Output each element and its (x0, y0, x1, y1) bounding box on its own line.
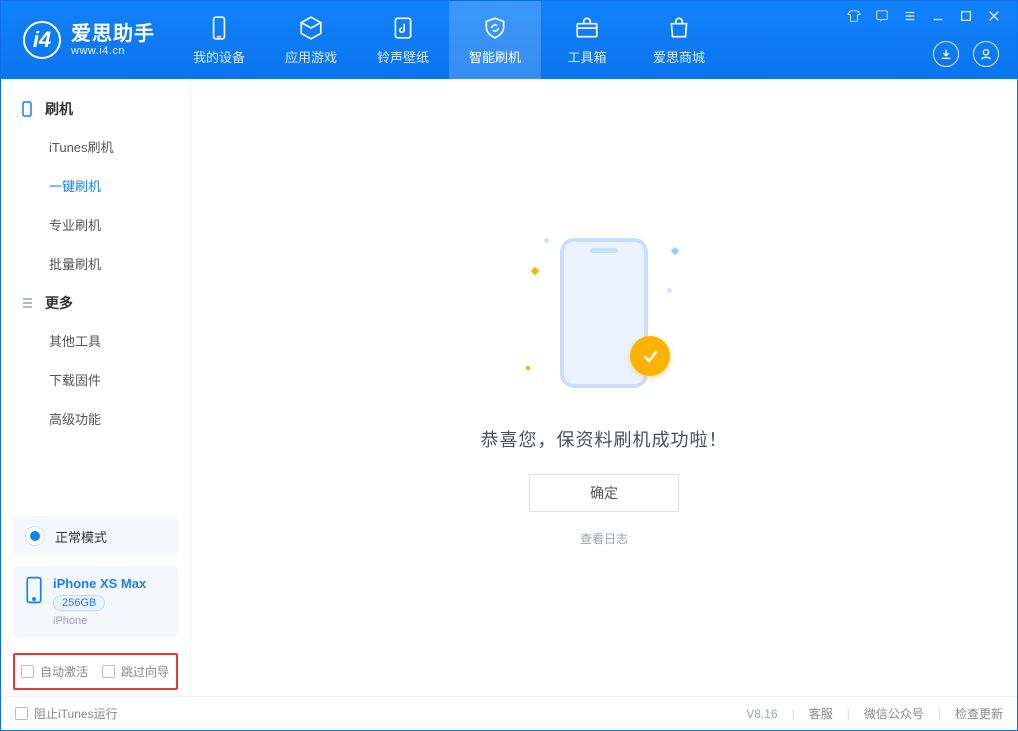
checkbox-icon[interactable] (15, 707, 28, 720)
phone-icon (206, 15, 232, 41)
option-skip-guide[interactable]: 跳过向导 (102, 663, 169, 680)
tab-ringtones[interactable]: 铃声壁纸 (357, 1, 449, 79)
sidebar-item-advanced[interactable]: 高级功能 (1, 399, 190, 438)
tab-label: 应用游戏 (285, 47, 337, 66)
version-label: V8.16 (746, 707, 777, 721)
list-icon (19, 295, 35, 311)
sidebar-item-itunes[interactable]: iTunes刷机 (1, 127, 190, 166)
option-block-itunes[interactable]: 阻止iTunes运行 (15, 705, 118, 722)
sidebar-item-onekey[interactable]: 一键刷机 (1, 166, 190, 205)
sparkle-icon (525, 365, 531, 371)
ok-button[interactable]: 确定 (529, 474, 679, 512)
app-window: i4 爱思助手 www.i4.cn 我的设备 应用游戏 铃声壁纸 智能刷机 (0, 0, 1018, 731)
checkbox-icon[interactable] (21, 665, 34, 678)
tab-device[interactable]: 我的设备 (173, 1, 265, 79)
dot-icon (544, 238, 549, 243)
sidebar-item-batch[interactable]: 批量刷机 (1, 244, 190, 283)
shield-refresh-icon (482, 15, 508, 41)
music-file-icon (390, 15, 416, 41)
statusbar: 阻止iTunes运行 V8.16 | 客服 | 微信公众号 | 检查更新 (1, 696, 1017, 730)
app-name: 爱思助手 (71, 23, 155, 45)
tab-label: 智能刷机 (469, 47, 521, 66)
footer-link-update[interactable]: 检查更新 (955, 705, 1003, 722)
sidebar-item-other[interactable]: 其他工具 (1, 321, 190, 360)
checkbox-icon[interactable] (102, 665, 115, 678)
feedback-icon[interactable] (875, 9, 889, 23)
device-panel: 正常模式 iPhone XS Max 256GB iPhone (1, 508, 190, 653)
window-controls (847, 1, 1007, 23)
flash-options-highlight: 自动激活 跳过向导 (13, 653, 178, 690)
maximize-icon[interactable] (959, 9, 973, 23)
minimize-icon[interactable] (931, 9, 945, 23)
sidebar: 刷机 iTunes刷机 一键刷机 专业刷机 批量刷机 更多 其他工具 下载固件 … (1, 79, 191, 696)
main-content: 恭喜您，保资料刷机成功啦！ 确定 查看日志 (191, 79, 1017, 696)
option-label: 阻止iTunes运行 (34, 705, 118, 722)
tshirt-icon[interactable] (847, 9, 861, 23)
device-mode-card[interactable]: 正常模式 (13, 516, 178, 556)
sidebar-group-flash: 刷机 (1, 89, 190, 127)
dot-icon (667, 288, 672, 293)
phone-small-icon (19, 101, 35, 117)
view-log-link[interactable]: 查看日志 (580, 530, 628, 547)
device-name: iPhone XS Max (53, 576, 146, 591)
sparkle-icon (531, 267, 539, 275)
logo-icon: i4 (23, 21, 61, 59)
sidebar-group-more: 更多 (1, 283, 190, 321)
account-icon[interactable] (973, 41, 999, 67)
option-auto-activate[interactable]: 自动激活 (21, 663, 88, 680)
tab-flash[interactable]: 智能刷机 (449, 1, 541, 79)
tab-label: 工具箱 (567, 47, 606, 66)
device-type: iPhone (53, 615, 146, 627)
tab-label: 爱思商城 (653, 47, 705, 66)
body: 刷机 iTunes刷机 一键刷机 专业刷机 批量刷机 更多 其他工具 下载固件 … (1, 79, 1017, 696)
menu-icon[interactable] (903, 9, 917, 23)
tab-label: 我的设备 (193, 47, 245, 66)
toolbox-icon (574, 15, 600, 41)
device-phone-icon (25, 576, 43, 604)
tab-apps[interactable]: 应用游戏 (265, 1, 357, 79)
bag-icon (666, 15, 692, 41)
sidebar-group-title: 更多 (45, 293, 73, 313)
sidebar-item-pro[interactable]: 专业刷机 (1, 205, 190, 244)
tab-store[interactable]: 爱思商城 (633, 1, 725, 79)
success-illustration (524, 228, 684, 398)
sparkle-icon (671, 247, 679, 255)
sidebar-item-firmware[interactable]: 下载固件 (1, 360, 190, 399)
device-capacity: 256GB (53, 595, 105, 611)
app-site: www.i4.cn (71, 45, 155, 57)
checkmark-badge-icon (630, 336, 670, 376)
nav-tabs: 我的设备 应用游戏 铃声壁纸 智能刷机 工具箱 爱思商城 (173, 1, 725, 79)
logo[interactable]: i4 爱思助手 www.i4.cn (1, 1, 173, 79)
option-label: 跳过向导 (121, 663, 169, 680)
footer-link-support[interactable]: 客服 (809, 705, 833, 722)
titlebar: i4 爱思助手 www.i4.cn 我的设备 应用游戏 铃声壁纸 智能刷机 (1, 1, 1017, 79)
option-label: 自动激活 (40, 663, 88, 680)
footer-link-wechat[interactable]: 微信公众号 (864, 705, 924, 722)
close-icon[interactable] (987, 9, 1001, 23)
sidebar-group-title: 刷机 (45, 99, 73, 119)
device-card[interactable]: iPhone XS Max 256GB iPhone (13, 566, 178, 637)
tab-toolbox[interactable]: 工具箱 (541, 1, 633, 79)
download-manager-icon[interactable] (933, 41, 959, 67)
mode-dot-icon (25, 526, 45, 546)
cube-icon (298, 15, 324, 41)
device-mode-label: 正常模式 (55, 527, 107, 546)
success-message: 恭喜您，保资料刷机成功啦！ (481, 426, 728, 452)
tab-label: 铃声壁纸 (377, 47, 429, 66)
